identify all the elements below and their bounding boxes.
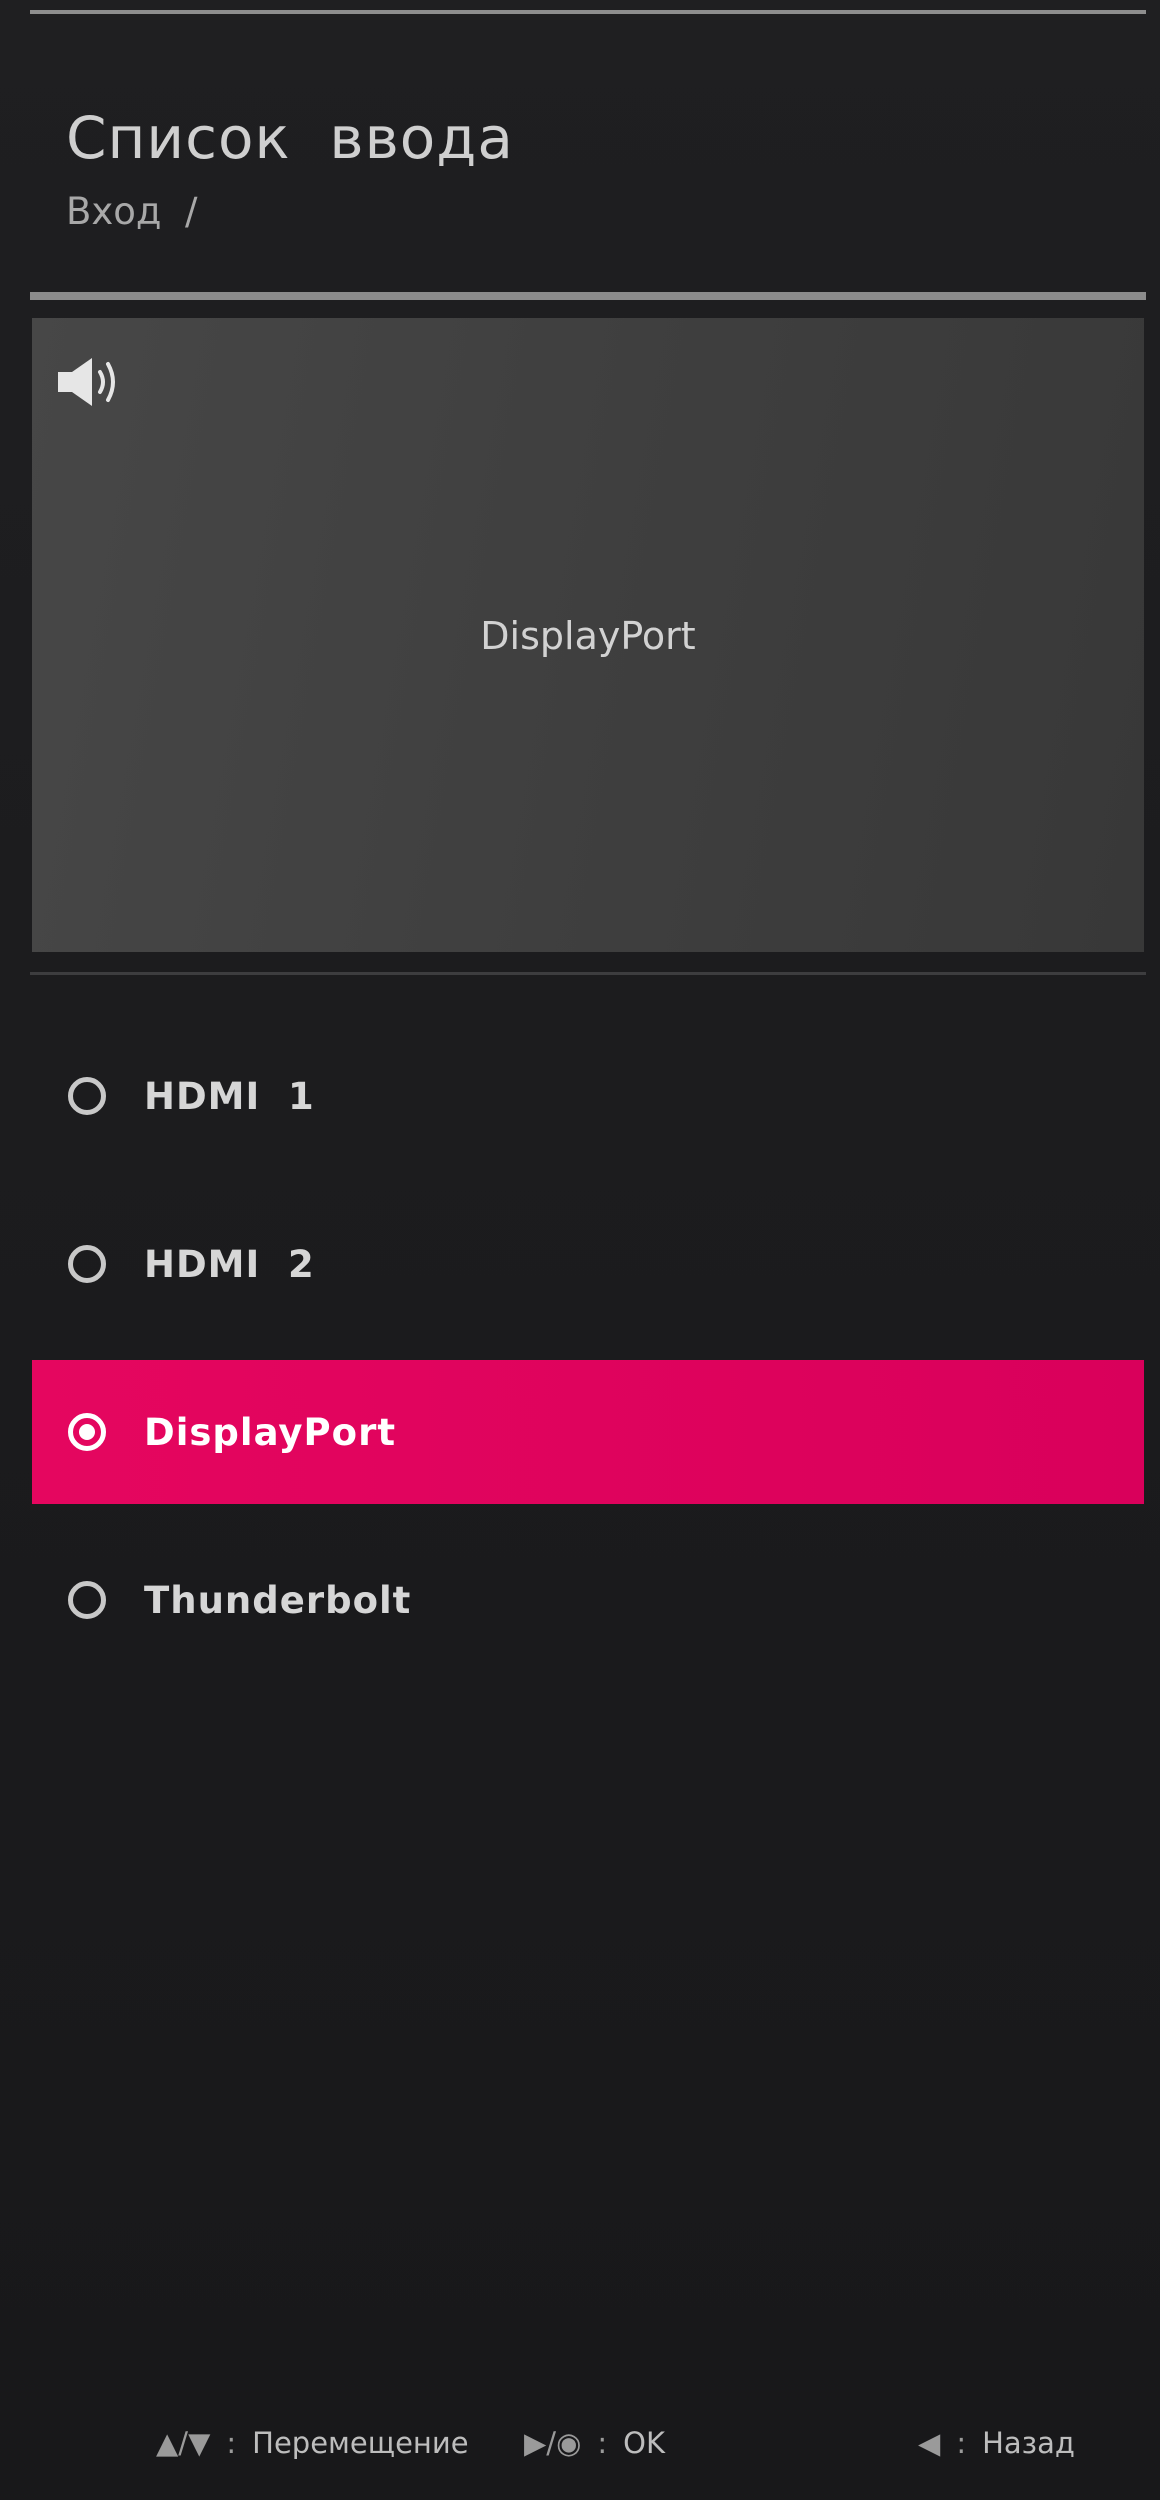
radio-dot-icon — [79, 1424, 95, 1440]
input-item-label: DisplayPort — [144, 1410, 397, 1454]
preview-input-label: DisplayPort — [480, 614, 696, 658]
input-list-screen: Список ввода Вход / DisplayPort HDMI 1 H… — [0, 0, 1160, 2500]
input-preview: DisplayPort — [32, 318, 1144, 952]
page-title: Список ввода — [66, 104, 514, 172]
footer-hints: ▲/▼ : Перемещение ▶/◉ : OK ◀ : Назад — [0, 2426, 1160, 2474]
preview-divider — [30, 972, 1146, 975]
back-arrow-icon: ◀ — [918, 2426, 941, 2460]
radio-button-icon — [68, 1581, 106, 1619]
hint-move-label: Перемещение — [252, 2426, 469, 2460]
hint-back-label: Назад — [982, 2426, 1075, 2460]
header-divider — [30, 292, 1146, 300]
hint-ok: ▶/◉ : OK — [524, 2426, 665, 2460]
input-item-hdmi-2[interactable]: HDMI 2 — [32, 1192, 1144, 1336]
breadcrumb: Вход / — [66, 190, 198, 233]
up-down-arrows-icon: ▲/▼ — [156, 2426, 211, 2460]
input-item-hdmi-1[interactable]: HDMI 1 — [32, 1024, 1144, 1168]
input-list: HDMI 1 HDMI 2 DisplayPort Thunderbolt — [32, 1024, 1144, 1696]
speaker-icon — [58, 358, 115, 406]
input-item-thunderbolt[interactable]: Thunderbolt — [32, 1528, 1144, 1672]
hint-separator: : — [597, 2426, 608, 2460]
input-item-displayport[interactable]: DisplayPort — [32, 1360, 1144, 1504]
hint-back: ◀ : Назад — [918, 2426, 1075, 2460]
input-item-label: HDMI 2 — [144, 1242, 315, 1286]
hint-separator: : — [226, 2426, 237, 2460]
hint-ok-label: OK — [623, 2426, 666, 2460]
radio-button-icon — [68, 1245, 106, 1283]
hint-move: ▲/▼ : Перемещение — [156, 2426, 469, 2460]
radio-button-icon — [68, 1077, 106, 1115]
input-item-label: HDMI 1 — [144, 1074, 315, 1118]
top-divider — [30, 10, 1146, 14]
right-arrow-ok-icon: ▶/◉ — [524, 2426, 582, 2460]
radio-button-selected-icon — [68, 1413, 106, 1451]
hint-separator: : — [956, 2426, 967, 2460]
input-item-label: Thunderbolt — [144, 1578, 412, 1622]
